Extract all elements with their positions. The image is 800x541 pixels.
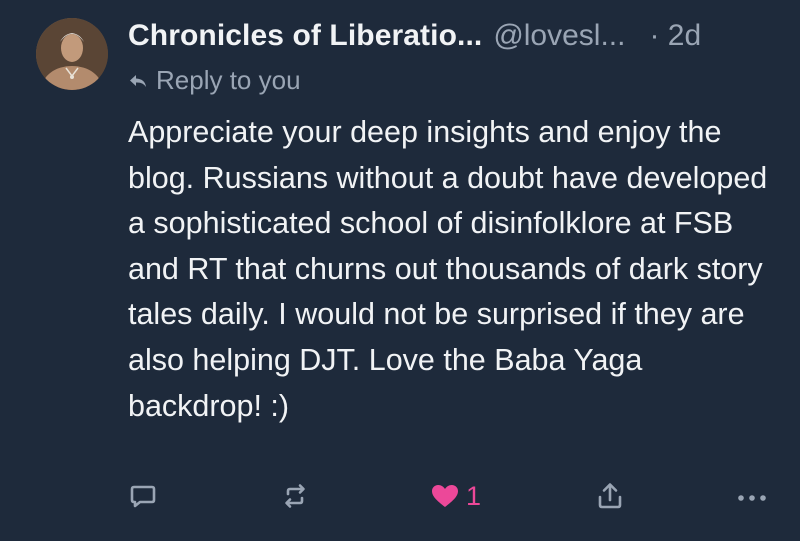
like-button[interactable]: 1 (430, 480, 481, 512)
reply-button[interactable] (128, 480, 158, 512)
action-bar: 1 (0, 470, 800, 522)
user-handle[interactable]: @lovesl... (493, 14, 625, 58)
repost-icon (285, 484, 305, 508)
heart-icon (432, 485, 458, 507)
reply-label: Reply to you (156, 64, 301, 95)
reply-arrow-icon (130, 75, 146, 87)
reply-context[interactable]: Reply to you (128, 62, 301, 98)
like-count: 1 (466, 480, 482, 511)
repost-button[interactable] (280, 480, 310, 512)
avatar-image (36, 18, 108, 90)
post-body: Appreciate your deep insights and enjoy … (128, 115, 768, 423)
avatar[interactable] (36, 18, 108, 90)
post-card[interactable]: Chronicles of Liberatio... @lovesl... · … (0, 0, 800, 541)
share-button[interactable] (595, 480, 625, 512)
display-name[interactable]: Chronicles of Liberatio... (128, 14, 482, 58)
share-icon (598, 483, 622, 509)
more-options-button[interactable] (735, 480, 769, 512)
post-timestamp[interactable]: · 2d (649, 14, 701, 58)
more-dots-icon (738, 495, 766, 501)
comment-icon (130, 485, 156, 508)
post-header: Chronicles of Liberatio... @lovesl... · … (128, 14, 780, 58)
